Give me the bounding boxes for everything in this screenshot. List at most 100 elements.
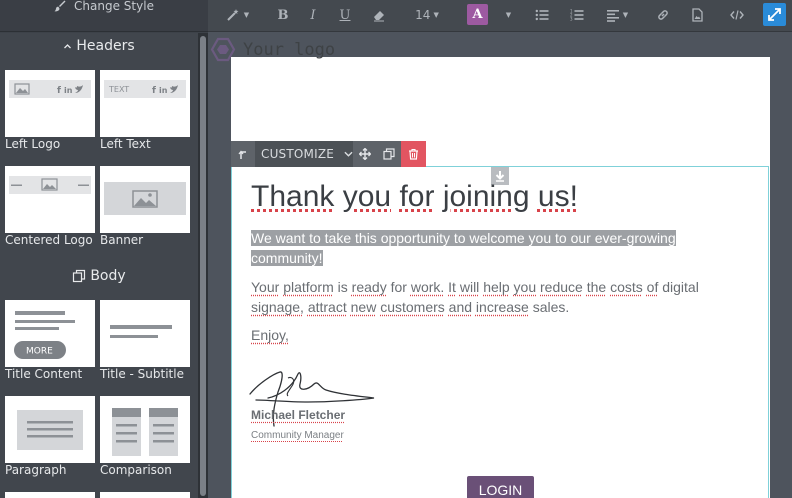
snippet-left-text[interactable]: TEXT f in <box>100 70 190 137</box>
snippet-label: Left Logo <box>5 137 61 151</box>
underline-icon: U <box>339 7 351 23</box>
magic-wand-icon <box>227 9 239 21</box>
unordered-list-button[interactable] <box>534 0 550 30</box>
body-word: sales. <box>532 299 570 315</box>
snippet-label: Banner <box>100 233 144 247</box>
move-arrows-icon <box>359 148 371 160</box>
snippet-title-subtitle[interactable] <box>100 300 190 367</box>
text-color-icon: A <box>472 7 483 22</box>
text-color-button[interactable]: A <box>467 4 488 25</box>
snippet-label: Comparison <box>100 463 172 477</box>
handwritten-signature <box>249 371 375 427</box>
body-word: Your <box>251 279 280 295</box>
signature-title[interactable]: Community Manager <box>251 430 344 441</box>
chevron-down-icon <box>344 151 353 157</box>
underline-button[interactable]: U <box>336 0 354 30</box>
signature-name[interactable]: Michael Fletcher <box>251 408 345 422</box>
snippet-paragraph[interactable] <box>5 396 95 463</box>
code-icon <box>730 10 744 20</box>
customize-dropdown[interactable]: CUSTOMIZE <box>255 141 353 167</box>
fullscreen-icon <box>768 8 781 21</box>
selected-content-block[interactable] <box>231 166 769 498</box>
svg-text:f: f <box>57 86 61 96</box>
code-view-button[interactable] <box>728 0 746 30</box>
ordered-list-button[interactable]: 123 <box>569 0 585 30</box>
chevron-up-icon <box>64 43 72 48</box>
body-word: new <box>350 299 377 315</box>
snippet-next-row-left[interactable] <box>5 492 95 498</box>
fullscreen-button[interactable] <box>763 3 786 26</box>
section-title-body[interactable]: Body <box>0 268 198 284</box>
body-word: work. <box>410 279 445 295</box>
align-dropdown[interactable]: ▼ <box>604 0 630 30</box>
change-style-label: Change Style <box>74 0 154 13</box>
move-block-up-button[interactable] <box>231 141 255 167</box>
arrow-corner-up-icon <box>238 150 246 159</box>
drag-block-button[interactable] <box>353 141 377 167</box>
left-text-preview-text: TEXT <box>108 85 129 94</box>
align-icon <box>606 10 619 22</box>
headline-word: Thank <box>251 180 335 213</box>
selected-paragraph[interactable]: We want to take this opportunity to welc… <box>251 228 691 268</box>
change-style-button[interactable]: Change Style <box>54 0 154 13</box>
body-word: platform <box>283 279 334 295</box>
login-button[interactable]: LOGIN <box>467 476 534 498</box>
svg-text:in: in <box>64 86 73 95</box>
headline-word: joining <box>442 180 530 213</box>
body-word: increase <box>475 299 529 315</box>
italic-button[interactable]: I <box>305 0 321 30</box>
email-headline[interactable]: Thank you for joining us! <box>251 180 578 214</box>
body-word: help <box>483 279 510 295</box>
sidebar-scrollbar-thumb[interactable] <box>200 36 206 496</box>
customize-label: CUSTOMIZE <box>261 147 335 161</box>
left-text-preview: TEXT f in <box>104 80 186 98</box>
headline-word: for <box>399 180 435 213</box>
snippet-left-logo[interactable]: f in <box>5 70 95 137</box>
eraser-button[interactable] <box>370 0 388 30</box>
chevron-down-icon: ▼ <box>505 11 512 19</box>
bold-button[interactable]: B <box>274 0 292 30</box>
email-logo[interactable]: Your logo <box>210 36 335 63</box>
body-word: costs <box>610 279 643 295</box>
snippet-comparison[interactable] <box>100 396 190 463</box>
section-title-label: Body <box>90 268 126 284</box>
closing-text[interactable]: Enjoy, <box>251 327 289 343</box>
body-word: is <box>337 279 348 295</box>
ordered-list-icon: 123 <box>570 9 584 22</box>
delete-block-button[interactable] <box>401 141 426 167</box>
banner-preview <box>104 182 186 215</box>
body-word: digital <box>662 279 699 295</box>
section-title-headers[interactable]: Headers <box>0 38 198 54</box>
text-color-dropdown[interactable]: ▼ <box>500 0 514 30</box>
italic-icon: I <box>310 7 316 23</box>
title-content-preview: MORE <box>14 311 75 359</box>
title-content-preview-text: MORE <box>26 347 53 357</box>
left-logo-preview: f in <box>9 80 91 98</box>
chevron-down-icon: ▼ <box>433 11 439 19</box>
snippet-centered-logo[interactable] <box>5 166 95 233</box>
file-icon <box>692 8 703 22</box>
snippet-banner[interactable] <box>100 166 190 233</box>
snippet-title-content[interactable]: MORE <box>5 300 95 367</box>
body-paragraph[interactable]: Your platform is ready for work. It will… <box>251 277 741 317</box>
body-word: customers <box>380 299 445 315</box>
body-word: the <box>586 279 607 295</box>
chevron-down-icon: ▼ <box>243 11 250 19</box>
selected-text: We want to take this opportunity to welc… <box>251 230 676 266</box>
file-button[interactable] <box>689 0 705 30</box>
body-word: reduce <box>540 279 583 295</box>
body-word: It <box>448 279 456 295</box>
body-word: for <box>390 279 407 295</box>
font-size-dropdown[interactable]: 14 ▼ <box>412 0 442 30</box>
body-word: you <box>513 279 537 295</box>
sidebar-header: Change Style <box>0 0 208 32</box>
body-word: and <box>448 299 473 315</box>
body-word: will <box>459 279 480 295</box>
copy-icon <box>383 148 395 160</box>
snippet-next-row-right[interactable] <box>100 492 190 498</box>
magic-wand-dropdown[interactable]: ▼ <box>224 0 252 30</box>
snippet-label: Paragraph <box>5 463 67 477</box>
duplicate-block-button[interactable] <box>377 141 401 167</box>
link-button[interactable] <box>655 0 671 30</box>
comparison-preview <box>112 408 178 456</box>
